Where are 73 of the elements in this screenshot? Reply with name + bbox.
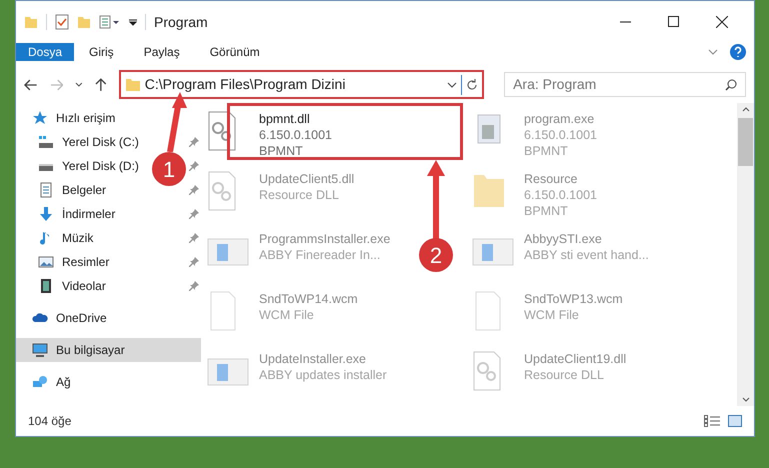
file-detail: WCM File bbox=[259, 307, 315, 323]
file-detail: WCM File bbox=[524, 307, 580, 323]
file-detail: BPMNT bbox=[259, 143, 304, 159]
ribbon-tab[interactable]: Paylaş bbox=[128, 43, 195, 61]
pin-icon[interactable] bbox=[189, 281, 199, 291]
folder-icon bbox=[124, 76, 141, 92]
pin-icon[interactable] bbox=[189, 209, 199, 219]
file-detail: BPMNT bbox=[524, 143, 569, 159]
close-icon[interactable] bbox=[716, 16, 728, 28]
pin-icon[interactable] bbox=[189, 161, 199, 171]
nav-item[interactable]: Hızlı erişim bbox=[16, 106, 118, 130]
nav-item[interactable]: Yerel Disk (C:) bbox=[16, 130, 141, 154]
file-detail: 6.150.0.1001 bbox=[524, 127, 597, 143]
forward-arrow-icon[interactable] bbox=[50, 78, 64, 90]
pin-icon[interactable] bbox=[189, 257, 199, 267]
up-arrow-icon[interactable] bbox=[95, 78, 107, 92]
address-bar[interactable]: C:\Program Files\Program Dizini bbox=[118, 70, 484, 99]
scrollbar-thumb[interactable] bbox=[738, 118, 753, 166]
nav-item[interactable]: Yerel Disk (D:) bbox=[16, 154, 141, 178]
docs-icon bbox=[38, 182, 54, 198]
scrollbar[interactable] bbox=[737, 103, 754, 406]
nav-item[interactable]: İndirmeler bbox=[16, 202, 118, 226]
file-detail: Resource DLL bbox=[524, 367, 605, 383]
pictures-icon bbox=[38, 254, 54, 270]
item-count: 104 öğe bbox=[28, 413, 72, 430]
refresh-icon[interactable] bbox=[466, 78, 478, 90]
star-icon bbox=[32, 110, 48, 126]
large-icons-view-icon[interactable] bbox=[728, 415, 742, 427]
chevron-down-icon[interactable] bbox=[708, 49, 718, 55]
recent-caret-icon[interactable] bbox=[75, 82, 84, 88]
ribbon-tab[interactable]: Dosya bbox=[16, 43, 74, 61]
search-field[interactable]: Ara: Program bbox=[504, 72, 746, 97]
pin-icon[interactable] bbox=[189, 233, 199, 243]
folder-icon[interactable] bbox=[24, 15, 38, 29]
network-icon bbox=[32, 374, 48, 390]
file-detail: 6.150.0.1001 bbox=[259, 127, 332, 143]
maximize-icon[interactable] bbox=[668, 16, 680, 28]
videos-icon bbox=[38, 278, 54, 294]
dropdown-caret-icon[interactable] bbox=[447, 82, 458, 88]
file-detail: ABBY Finereader In... bbox=[259, 247, 382, 263]
file-detail: BPMNT bbox=[524, 203, 569, 219]
scroll-down-icon[interactable] bbox=[742, 397, 750, 402]
pc-icon bbox=[32, 342, 48, 358]
nav-item[interactable]: Videolar bbox=[16, 274, 108, 298]
checklist-icon[interactable] bbox=[55, 14, 69, 30]
file-detail: ABBY updates installer bbox=[259, 367, 387, 383]
properties-icon[interactable] bbox=[99, 15, 121, 29]
search-icon[interactable] bbox=[725, 78, 737, 90]
nav-item[interactable]: Resimler bbox=[16, 250, 112, 274]
ribbon-tab[interactable]: Görünüm bbox=[194, 43, 275, 61]
nav-item[interactable]: Belgeler bbox=[16, 178, 108, 202]
nav-item[interactable]: Bu bilgisayar bbox=[16, 338, 201, 362]
file-detail: Resource DLL bbox=[259, 187, 340, 203]
window-title: Program bbox=[154, 12, 208, 32]
ribbon-tab[interactable]: Giriş bbox=[74, 43, 129, 61]
nav-item[interactable]: OneDrive bbox=[16, 306, 109, 330]
help-icon[interactable] bbox=[730, 44, 746, 60]
back-arrow-icon[interactable] bbox=[24, 78, 38, 90]
address-path[interactable]: C:\Program Files\Program Dizini bbox=[144, 74, 444, 95]
pin-icon[interactable] bbox=[189, 137, 199, 147]
details-view-icon[interactable] bbox=[704, 415, 720, 427]
search-input[interactable]: Ara: Program bbox=[513, 74, 725, 95]
download-icon bbox=[38, 206, 54, 222]
pin-icon[interactable] bbox=[189, 185, 199, 195]
nav-item[interactable]: Ağ bbox=[16, 370, 73, 394]
file-detail: ABBY sti event hand... bbox=[524, 247, 649, 263]
file-name[interactable]: bpmnt.dll bbox=[259, 111, 332, 127]
folder-icon[interactable] bbox=[77, 15, 91, 29]
scroll-up-icon[interactable] bbox=[742, 107, 750, 112]
file-detail: 6.150.0.1001 bbox=[524, 187, 597, 203]
dropdown-caret-icon[interactable] bbox=[129, 18, 137, 26]
drive-c-icon bbox=[38, 134, 54, 150]
nav-item[interactable]: Müzik bbox=[16, 226, 96, 250]
